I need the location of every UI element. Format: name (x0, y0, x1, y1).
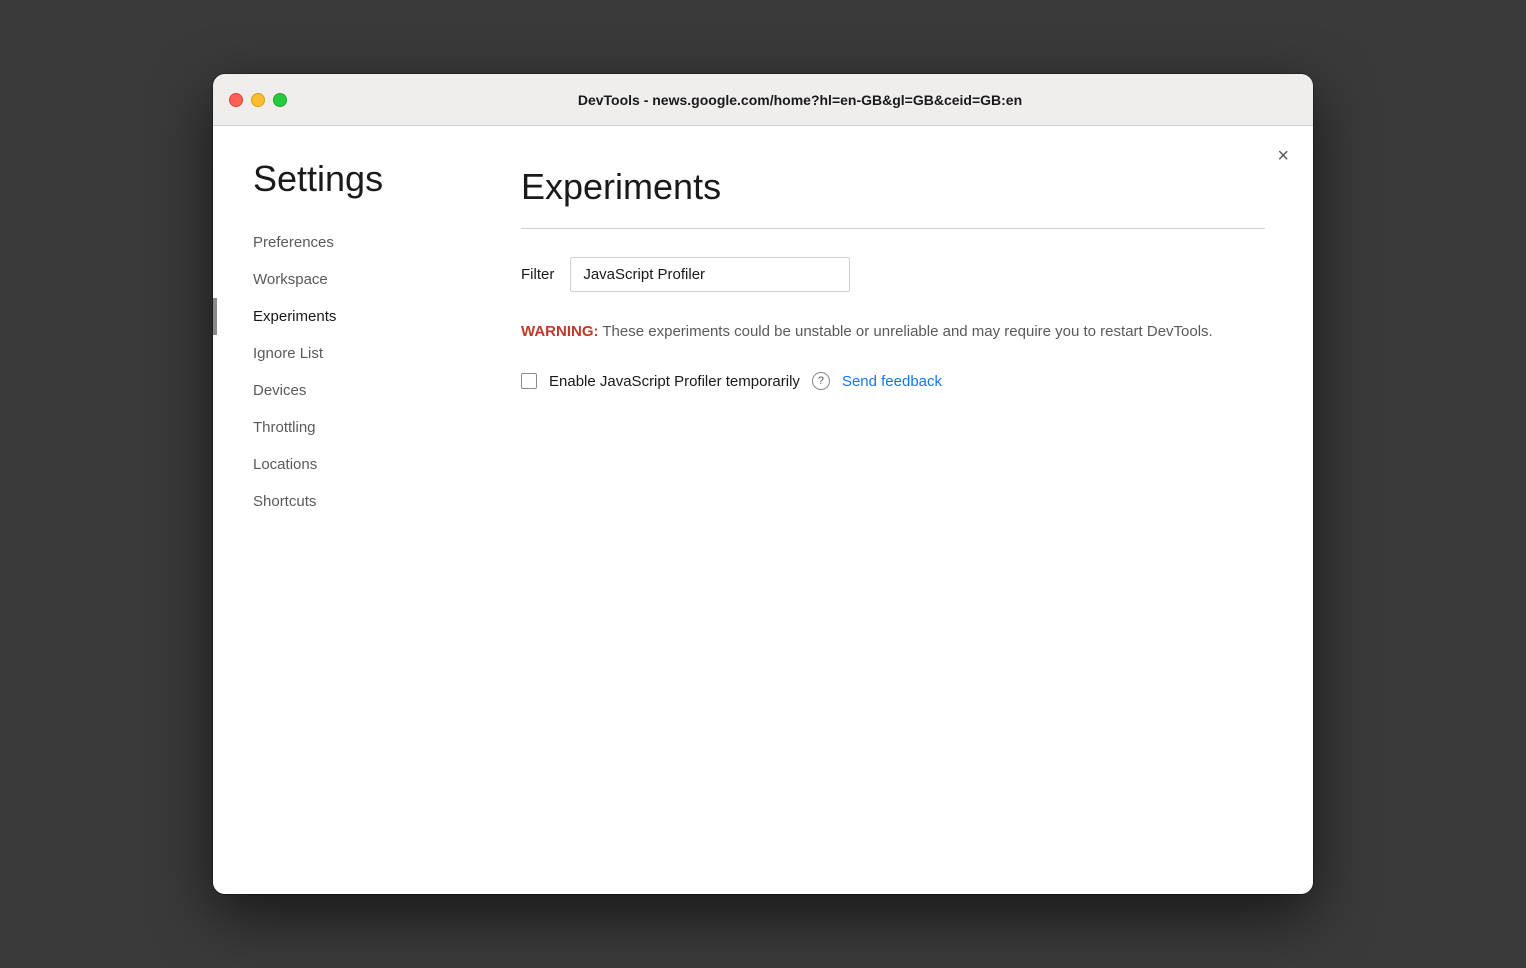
window-body: Settings Preferences Workspace Experimen… (213, 126, 1313, 894)
experiment-item: Enable JavaScript Profiler temporarily ?… (521, 372, 1265, 390)
experiment-label: Enable JavaScript Profiler temporarily (549, 373, 800, 390)
sidebar-nav: Preferences Workspace Experiments Ignore… (253, 224, 473, 520)
window-title: DevTools - news.google.com/home?hl=en-GB… (303, 92, 1297, 108)
content-area: × Experiments Filter WARNING: These expe… (473, 126, 1313, 894)
warning-label: WARNING: (521, 323, 599, 340)
filter-input[interactable] (570, 257, 850, 292)
sidebar-item-locations[interactable]: Locations (253, 446, 473, 483)
title-bar: DevTools - news.google.com/home?hl=en-GB… (213, 74, 1313, 126)
sidebar-item-experiments[interactable]: Experiments (253, 298, 473, 335)
warning-message: These experiments could be unstable or u… (599, 323, 1213, 340)
minimize-traffic-light[interactable] (251, 93, 265, 107)
traffic-lights (229, 93, 287, 107)
divider (521, 228, 1265, 229)
sidebar: Settings Preferences Workspace Experimen… (213, 126, 473, 894)
warning-box: WARNING: These experiments could be unst… (521, 320, 1265, 344)
maximize-traffic-light[interactable] (273, 93, 287, 107)
devtools-window: DevTools - news.google.com/home?hl=en-GB… (213, 74, 1313, 894)
sidebar-item-preferences[interactable]: Preferences (253, 224, 473, 261)
sidebar-item-ignore-list[interactable]: Ignore List (253, 335, 473, 372)
sidebar-item-shortcuts[interactable]: Shortcuts (253, 483, 473, 520)
sidebar-item-devices[interactable]: Devices (253, 372, 473, 409)
send-feedback-link[interactable]: Send feedback (842, 373, 942, 390)
help-icon[interactable]: ? (812, 372, 830, 390)
filter-row: Filter (521, 257, 1265, 292)
sidebar-title: Settings (253, 158, 473, 200)
warning-text: WARNING: These experiments could be unst… (521, 320, 1265, 344)
close-button[interactable]: × (1277, 146, 1289, 166)
sidebar-item-throttling[interactable]: Throttling (253, 409, 473, 446)
js-profiler-checkbox[interactable] (521, 373, 537, 389)
sidebar-item-workspace[interactable]: Workspace (253, 261, 473, 298)
close-traffic-light[interactable] (229, 93, 243, 107)
content-title: Experiments (521, 166, 1265, 208)
filter-label: Filter (521, 266, 554, 283)
